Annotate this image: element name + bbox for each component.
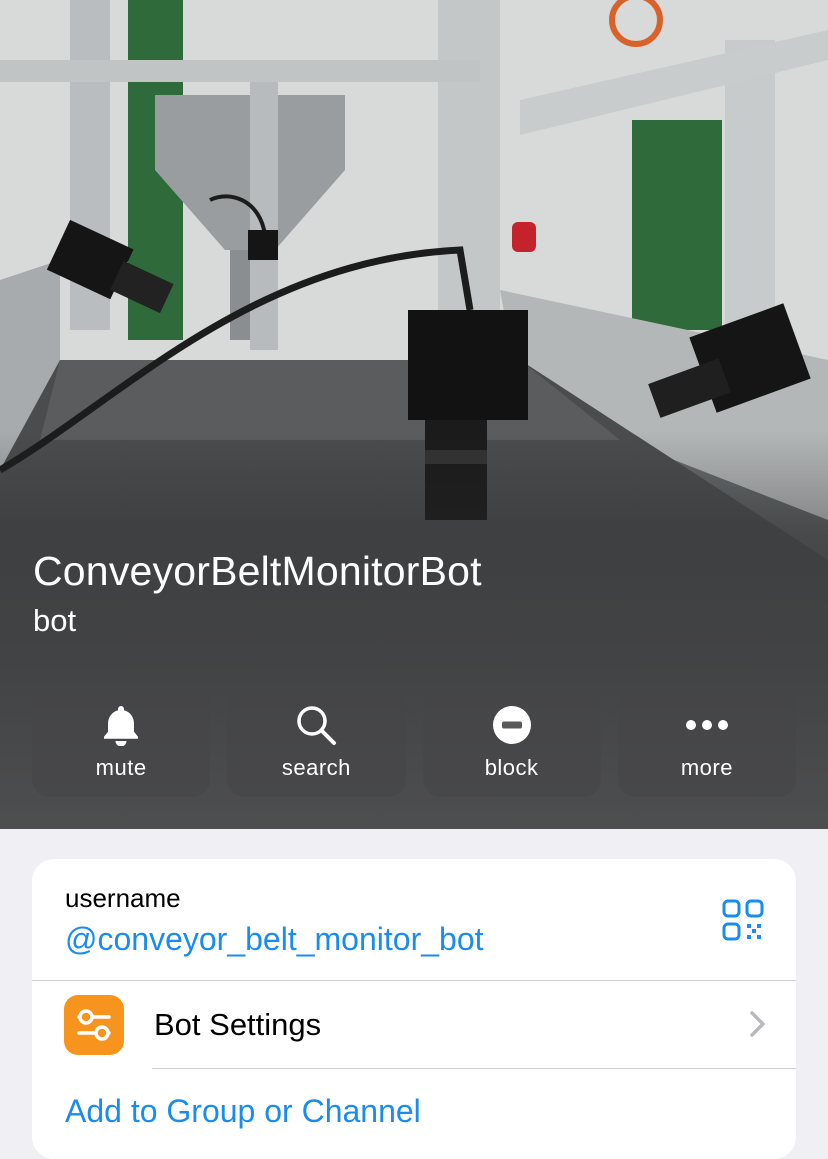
profile-subtitle: bot <box>33 603 77 638</box>
search-icon <box>294 703 338 747</box>
profile-name: ConveyorBeltMonitorBot <box>33 548 482 594</box>
more-icon <box>685 703 729 747</box>
block-icon <box>490 703 534 747</box>
action-bar: mute search block more <box>32 681 796 797</box>
username-label: username <box>65 883 181 913</box>
bot-settings-label: Bot Settings <box>154 1007 322 1042</box>
add-to-group-row[interactable]: Add to Group or Channel <box>32 1069 796 1159</box>
more-button[interactable]: more <box>617 681 796 797</box>
block-label: block <box>484 755 539 780</box>
bot-settings-row[interactable]: Bot Settings <box>32 981 796 1068</box>
username-value[interactable]: @conveyor_belt_monitor_bot <box>65 921 484 958</box>
qr-code-icon[interactable] <box>722 899 764 941</box>
chevron-right-icon <box>748 1009 768 1039</box>
search-button[interactable]: search <box>227 681 406 797</box>
block-button[interactable]: block <box>422 681 601 797</box>
mute-button[interactable]: mute <box>32 681 211 797</box>
username-row[interactable]: username @conveyor_belt_monitor_bot <box>32 859 796 980</box>
more-label: more <box>680 755 733 780</box>
search-label: search <box>281 755 351 780</box>
sliders-icon <box>64 995 124 1055</box>
bell-icon <box>99 703 143 747</box>
profile-header: ConveyorBeltMonitorBot bot mute search b… <box>0 0 828 829</box>
info-card: username @conveyor_belt_monitor_bot Bot … <box>32 859 796 1159</box>
add-to-group-label[interactable]: Add to Group or Channel <box>65 1093 421 1130</box>
mute-label: mute <box>95 755 147 780</box>
